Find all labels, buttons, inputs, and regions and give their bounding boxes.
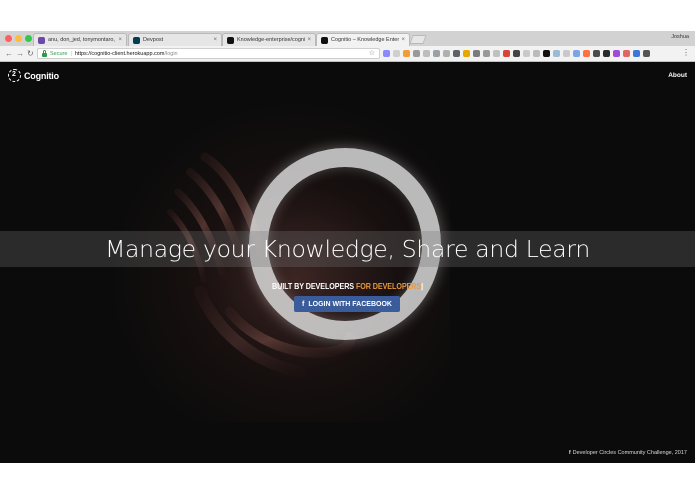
browser-tab[interactable]: anu, don_jed, tonymontaro, g... × bbox=[33, 33, 127, 46]
extension-icon[interactable] bbox=[593, 50, 600, 57]
extension-icon[interactable] bbox=[393, 50, 400, 57]
extension-icon[interactable] bbox=[543, 50, 550, 57]
extension-icon[interactable] bbox=[413, 50, 420, 57]
tab-title: Knowledge-enterprise/cognitio... bbox=[237, 37, 306, 43]
tab-title: Cognitio – Knowledge Enterpr... bbox=[331, 37, 400, 43]
extension-icon[interactable] bbox=[453, 50, 460, 57]
extension-icon[interactable] bbox=[523, 50, 530, 57]
back-arrow-icon[interactable]: ← bbox=[5, 49, 13, 58]
top-margin bbox=[0, 0, 695, 31]
extension-icon[interactable] bbox=[383, 50, 390, 57]
extension-icon[interactable] bbox=[433, 50, 440, 57]
tab-favicon-icon bbox=[38, 36, 45, 44]
hero-headline: Manage your Knowledge, Share and Learn bbox=[105, 235, 590, 263]
separator: | bbox=[70, 50, 72, 57]
lock-icon bbox=[42, 49, 47, 57]
secure-label: Secure bbox=[50, 50, 68, 57]
footer-credit: f Developer Circles Community Challenge, … bbox=[569, 450, 687, 456]
extension-icon[interactable] bbox=[603, 50, 610, 57]
maximize-window-icon[interactable] bbox=[25, 35, 32, 42]
nav-about-link[interactable]: About bbox=[668, 72, 687, 79]
close-tab-icon[interactable]: × bbox=[213, 37, 217, 43]
reload-icon[interactable]: ↻ bbox=[27, 49, 34, 58]
browser-tab-active[interactable]: Cognitio – Knowledge Enterpr... × bbox=[316, 33, 410, 46]
extension-icon[interactable] bbox=[443, 50, 450, 57]
browser-toolbar: ← → ↻ Secure | https://cognitio-client.h… bbox=[0, 46, 695, 62]
tagline-text: BUILT BY DEVELOPERS bbox=[271, 282, 356, 291]
facebook-icon: f bbox=[302, 300, 305, 308]
extension-icon[interactable] bbox=[513, 50, 520, 57]
extension-icon[interactable] bbox=[533, 50, 540, 57]
extension-icon[interactable] bbox=[483, 50, 490, 57]
close-window-icon[interactable] bbox=[5, 35, 12, 42]
tab-favicon-icon bbox=[321, 36, 328, 44]
tab-title: anu, don_jed, tonymontaro, g... bbox=[48, 37, 116, 43]
extension-icon[interactable] bbox=[583, 50, 590, 57]
browser-chrome: anu, don_jed, tonymontaro, g... × Devpos… bbox=[0, 31, 695, 62]
extension-icon[interactable] bbox=[463, 50, 470, 57]
extension-icon[interactable] bbox=[503, 50, 510, 57]
extension-icon[interactable] bbox=[423, 50, 430, 57]
tab-bar: anu, don_jed, tonymontaro, g... × Devpos… bbox=[0, 31, 695, 46]
cognitio-logo[interactable]: Cognitio bbox=[8, 69, 59, 82]
bottom-margin bbox=[0, 463, 695, 494]
extension-icon[interactable] bbox=[473, 50, 480, 57]
landing-page: Cognitio About Manage your Knowledge, Sh… bbox=[0, 62, 695, 463]
browser-tab[interactable]: Devpost × bbox=[128, 33, 222, 46]
logo-text: Cognitio bbox=[24, 70, 59, 81]
extension-icon[interactable] bbox=[403, 50, 410, 57]
login-button-label: LOGIN WITH FACEBOOK bbox=[308, 300, 392, 308]
browser-tab[interactable]: Knowledge-enterprise/cognitio... × bbox=[222, 33, 316, 46]
hero-tagline: BUILT BY DEVELOPERS FOR DEVELOPERS| bbox=[35, 282, 661, 291]
tab-favicon-icon bbox=[133, 36, 140, 44]
tab-title: Devpost bbox=[143, 37, 164, 43]
forward-arrow-icon[interactable]: → bbox=[16, 49, 24, 58]
extension-icon[interactable] bbox=[573, 50, 580, 57]
url-host: https://cognitio-client.herokuapp.com bbox=[74, 50, 165, 57]
extension-icon[interactable] bbox=[493, 50, 500, 57]
close-tab-icon[interactable]: × bbox=[307, 37, 311, 43]
bookmark-star-icon[interactable]: ☆ bbox=[369, 49, 375, 57]
profile-name[interactable]: Joshua bbox=[671, 34, 689, 40]
address-bar[interactable]: Secure | https://cognitio-client.herokua… bbox=[37, 48, 380, 59]
tagline-cursor: | bbox=[421, 282, 424, 291]
footer-text: Developer Circles Community Challenge, 2… bbox=[572, 450, 687, 456]
extension-icon[interactable] bbox=[563, 50, 570, 57]
facebook-icon: f bbox=[568, 450, 571, 456]
new-tab-button[interactable] bbox=[409, 35, 427, 44]
extensions-bar bbox=[383, 50, 650, 57]
extension-icon[interactable] bbox=[553, 50, 560, 57]
logo-mark-icon bbox=[8, 69, 21, 82]
tab-favicon-icon bbox=[227, 36, 234, 44]
extension-icon[interactable] bbox=[613, 50, 620, 57]
login-with-facebook-button[interactable]: f LOGIN WITH FACEBOOK bbox=[294, 296, 400, 312]
close-tab-icon[interactable]: × bbox=[401, 37, 405, 43]
extension-icon[interactable] bbox=[633, 50, 640, 57]
minimize-window-icon[interactable] bbox=[15, 35, 22, 42]
tagline-accent: FOR DEVELOPERS bbox=[355, 282, 422, 291]
browser-menu-icon[interactable]: ⋮ bbox=[682, 49, 690, 57]
extension-icon[interactable] bbox=[623, 50, 630, 57]
extension-icon[interactable] bbox=[643, 50, 650, 57]
url-path: /login bbox=[164, 50, 178, 57]
close-tab-icon[interactable]: × bbox=[118, 37, 122, 43]
